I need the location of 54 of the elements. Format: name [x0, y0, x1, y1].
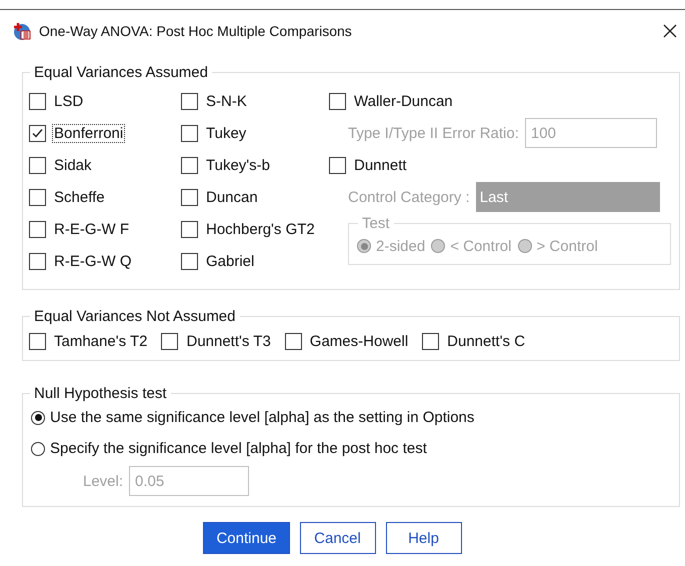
- checkbox-label[interactable]: Tamhane's T2: [52, 332, 150, 350]
- checkbox-label[interactable]: Games-Howell: [308, 332, 410, 350]
- app-icon: [13, 22, 31, 40]
- check-icon: [31, 126, 44, 140]
- close-icon[interactable]: [663, 24, 677, 38]
- checkbox[interactable]: [181, 156, 198, 174]
- checkbox-label[interactable]: Dunnett: [352, 156, 409, 174]
- checkbox-label[interactable]: R-E-G-W F: [52, 220, 131, 238]
- checkbox[interactable]: [29, 92, 46, 110]
- checkbox-label[interactable]: R-E-G-W Q: [52, 252, 134, 270]
- checkbox-label[interactable]: Dunnett's C: [445, 332, 528, 350]
- group-title: Equal Variances Assumed: [33, 64, 209, 81]
- checkbox[interactable]: [29, 188, 46, 206]
- group-title: Equal Variances Not Assumed: [33, 308, 236, 325]
- checkbox[interactable]: [181, 220, 198, 238]
- checkbox[interactable]: [181, 188, 198, 206]
- checkbox[interactable]: [422, 332, 440, 350]
- field-label: Type I/Type II Error Ratio:: [348, 124, 519, 142]
- checkbox-label[interactable]: Sidak: [52, 156, 94, 174]
- checkbox-label[interactable]: Hochberg's GT2: [204, 220, 317, 238]
- dialog-button[interactable]: Help: [386, 522, 462, 554]
- checkbox[interactable]: [29, 332, 46, 350]
- radio-label[interactable]: Use the same significance level [alpha] as the setting in Options: [50, 409, 474, 426]
- field-label: Level:: [83, 472, 124, 490]
- checkbox[interactable]: [29, 156, 46, 174]
- checkbox[interactable]: [329, 92, 346, 110]
- radio-button[interactable]: [31, 410, 45, 424]
- checkbox-label[interactable]: Bonferroni: [52, 124, 126, 142]
- checkbox-label[interactable]: Tukey: [204, 124, 248, 142]
- checkbox[interactable]: [161, 332, 178, 350]
- window-title: One-Way ANOVA: Post Hoc Multiple Comparisons: [39, 23, 353, 39]
- group-title: Null Hypothesis test: [33, 385, 168, 402]
- checkbox[interactable]: [284, 332, 302, 350]
- checkbox[interactable]: [181, 124, 198, 142]
- checkbox[interactable]: [181, 252, 198, 270]
- field-label: Control Category :: [348, 188, 470, 206]
- checkbox-label[interactable]: LSD: [52, 92, 86, 110]
- radio-button[interactable]: [31, 442, 45, 456]
- checkbox-label[interactable]: S-N-K: [204, 92, 249, 110]
- checkbox-label[interactable]: Gabriel: [204, 252, 256, 270]
- checkbox-label[interactable]: Dunnett's T3: [184, 332, 273, 350]
- checkbox[interactable]: [29, 252, 46, 270]
- checkbox[interactable]: [29, 124, 46, 142]
- dialog-button[interactable]: Continue: [203, 522, 290, 554]
- checkbox[interactable]: [329, 156, 346, 174]
- checkbox-label[interactable]: Scheffe: [52, 188, 107, 206]
- dialog-button[interactable]: Cancel: [300, 522, 376, 554]
- checkbox[interactable]: [181, 92, 198, 110]
- checkbox-label[interactable]: Duncan: [204, 188, 260, 206]
- checkbox[interactable]: [29, 220, 46, 238]
- group-title: Test: [361, 215, 391, 232]
- checkbox-label[interactable]: Waller-Duncan: [352, 92, 455, 110]
- radio-label[interactable]: Specify the significance level [alpha] for the post hoc test: [50, 440, 427, 457]
- checkbox-label[interactable]: Tukey's-b: [204, 156, 272, 174]
